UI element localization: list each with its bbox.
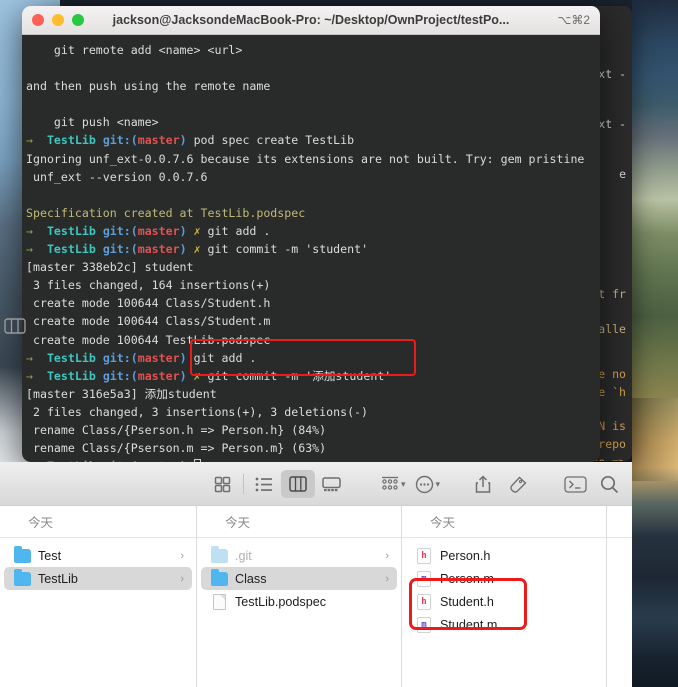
finder-column-3[interactable]: 今天 h Person.h m Person.m h Student.h m Student.m [402,506,607,687]
icon-view-icon[interactable] [206,470,240,498]
column-view-icon[interactable] [280,470,315,498]
close-button[interactable] [32,14,44,26]
terminal-output-line: [master 338eb2c] student [26,260,194,275]
terminal-output-line: and then push using the remote name [26,79,271,94]
list-item[interactable]: Test › [4,544,192,567]
column-items [607,538,631,544]
terminal-output-line: rename Class/{Pserson.m => Person.m} (63… [26,441,327,456]
list-item[interactable]: Class › [201,567,397,590]
folder-icon [14,568,31,586]
list-item-label: .git [235,548,252,563]
tag-icon[interactable] [500,470,534,498]
finder-column-2[interactable]: 今天 .git › Class › TestLib.podspec [197,506,402,687]
finder-toolbar[interactable]: ▾ ▾ [0,462,632,506]
disclosure-chevron-right-icon[interactable]: › [180,550,184,562]
list-item-label: TestLib [38,571,78,586]
terminal-title: jackson@JacksondeMacBook-Pro: ~/Desktop/… [112,13,510,27]
wallpaper-right [632,0,678,687]
objc-file-icon: m [417,570,431,587]
toolbar-divider [242,474,244,494]
zoom-button[interactable] [72,14,84,26]
open-terminal-icon[interactable] [558,470,592,498]
background-terminal-line: e [619,167,626,181]
terminal-output-line: git push <name> [26,115,159,130]
folder-icon [211,568,228,586]
list-item-label: Test [38,548,62,563]
terminal-output-line: unf_ext --version 0.0.7.6 [26,169,208,184]
finder-column-1[interactable]: 今天 Test › TestLib › [0,506,197,687]
list-item[interactable]: TestLib › [4,567,192,590]
terminal-prompt-line: → TestLib git:(master) git add . [26,350,257,365]
terminal-prompt-line: → TestLib git:(master) pod spec create T… [26,133,355,148]
disclosure-chevron-right-icon[interactable]: › [385,573,389,585]
terminal-prompt-line: → TestLib git:(master) ✗ git commit -m '… [26,242,369,257]
terminal-output[interactable]: git remote add <name> <url> and then pus… [22,35,600,462]
folder-icon [211,545,228,563]
list-item[interactable]: h Student.h [406,590,602,613]
finder-window[interactable]: ▾ ▾ 今天 Test › TestLib › 今天 .git › Class › TestLib.… [0,462,632,687]
group-by-chevron-down-icon[interactable]: ▾ [401,479,406,490]
finder-column-browser[interactable]: 今天 Test › TestLib › 今天 .git › Class › TestLib.pods… [0,506,632,687]
column-header: 今天 [402,506,606,538]
list-view-icon[interactable] [247,470,281,498]
list-item-label: Class [235,571,267,586]
share-icon[interactable] [466,470,500,498]
terminal-success-line: Specification created at TestLib.podspec [26,205,306,220]
gallery-view-icon[interactable] [315,470,349,498]
document-icon [213,593,226,610]
list-item-label: Student.h [440,594,494,609]
terminal-title-bar[interactable]: jackson@JacksondeMacBook-Pro: ~/Desktop/… [22,6,600,35]
list-item[interactable]: TestLib.podspec [201,590,397,613]
disclosure-chevron-right-icon[interactable]: › [180,573,184,585]
list-item[interactable]: m Person.m [406,567,602,590]
terminal-shortcut-badge: ⌥⌘2 [557,13,590,27]
list-item[interactable]: .git › [201,544,397,567]
list-item-label: Person.m [440,571,494,586]
list-item-label: Student.m [440,617,498,632]
terminal-prompt-line: → TestLib git:(master) ✗ git add . [26,223,271,238]
header-file-icon: h [417,593,431,610]
terminal-output-line: 2 files changed, 3 insertions(+), 3 dele… [26,404,369,419]
terminal-window[interactable]: jackson@JacksondeMacBook-Pro: ~/Desktop/… [22,6,600,462]
terminal-output-line: git remote add <name> <url> [26,43,243,57]
folder-icon [14,545,31,563]
column-items: Test › TestLib › [0,538,196,590]
list-item-label: TestLib.podspec [235,594,327,609]
terminal-output-line: rename Class/{Pserson.h => Person.h} (84… [26,422,327,437]
action-menu-chevron-down-icon[interactable]: ▾ [435,479,440,490]
list-item[interactable]: m Student.m [406,613,602,636]
column-header: 今天 [0,506,196,538]
sidebar-toggle-icon[interactable] [4,318,26,334]
column-items: h Person.h m Person.m h Student.h m Student.m [402,538,606,636]
terminal-prompt-line: → TestLib git:(master) ✗ git commit -m '… [26,368,392,383]
terminal-output-line: Ignoring unf_ext-0.0.7.6 because its ext… [26,151,585,166]
terminal-output-line: 3 files changed, 164 insertions(+) [26,278,271,293]
list-item[interactable]: h Person.h [406,544,602,567]
terminal-output-line: create mode 100644 Class/Student.h [26,296,271,311]
column-header [607,506,632,538]
terminal-output-line: create mode 100644 TestLib.podspec [26,332,271,347]
column-header: 今天 [197,506,401,538]
search-icon[interactable] [592,470,626,498]
header-file-icon: h [417,547,431,564]
objc-file-icon: m [417,616,431,633]
window-traffic-lights [32,14,84,26]
minimize-button[interactable] [52,14,64,26]
disclosure-chevron-right-icon[interactable]: › [385,550,389,562]
column-items: .git › Class › TestLib.podspec [197,538,401,613]
terminal-output-line: create mode 100644 Class/Student.m [26,314,271,329]
list-item-label: Person.h [440,548,491,563]
terminal-output-line: [master 316e5a3] 添加student [26,386,217,401]
finder-column-4[interactable] [607,506,632,687]
